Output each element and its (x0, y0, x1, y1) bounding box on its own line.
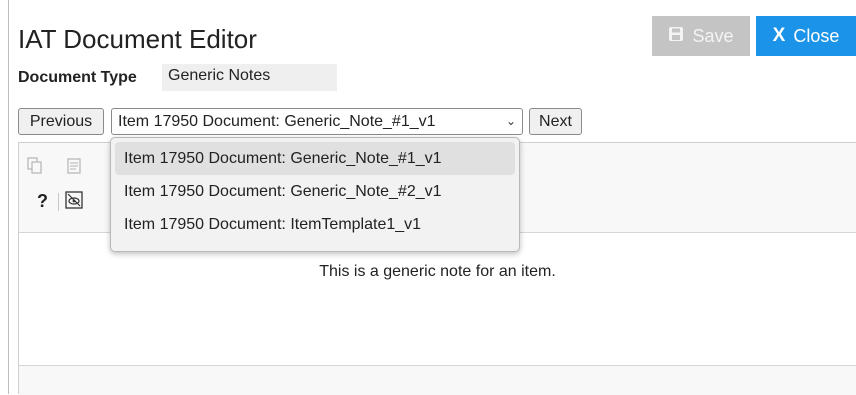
save-button[interactable]: Save (652, 16, 750, 56)
document-type-label: Document Type (18, 69, 137, 86)
copy-icon[interactable] (27, 157, 43, 180)
editor-statusbar (19, 365, 856, 395)
preview-icon[interactable] (65, 191, 83, 209)
dropdown-option[interactable]: Item 17950 Document: Generic_Note_#1_v1 (115, 142, 515, 175)
paste-icon[interactable] (67, 157, 81, 180)
save-label: Save (692, 25, 734, 46)
document-select[interactable]: Item 17950 Document: Generic_Note_#1_v1 … (111, 108, 523, 135)
document-dropdown-list: Item 17950 Document: Generic_Note_#1_v1 … (110, 137, 520, 252)
toolbar-separator (58, 193, 59, 211)
page-title: IAT Document Editor (18, 24, 257, 54)
dropdown-option[interactable]: Item 17950 Document: Generic_Note_#2_v1 (115, 175, 515, 208)
document-select-value: Item 17950 Document: Generic_Note_#1_v1 (118, 113, 436, 130)
editor-text: This is a generic note for an item. (319, 263, 556, 280)
help-icon[interactable]: ? (37, 191, 48, 212)
save-icon (668, 26, 684, 47)
editor-content[interactable]: This is a generic note for an item. (19, 233, 856, 365)
next-button[interactable]: Next (529, 108, 582, 135)
close-icon: X (772, 25, 786, 46)
dropdown-option[interactable]: Item 17950 Document: ItemTemplate1_v1 (115, 208, 515, 241)
previous-button[interactable]: Previous (18, 108, 104, 135)
close-label: Close (793, 25, 840, 46)
document-type-value: Generic Notes (162, 64, 337, 91)
close-button[interactable]: X Close (756, 16, 856, 56)
chevron-down-icon: ⌄ (505, 114, 516, 128)
